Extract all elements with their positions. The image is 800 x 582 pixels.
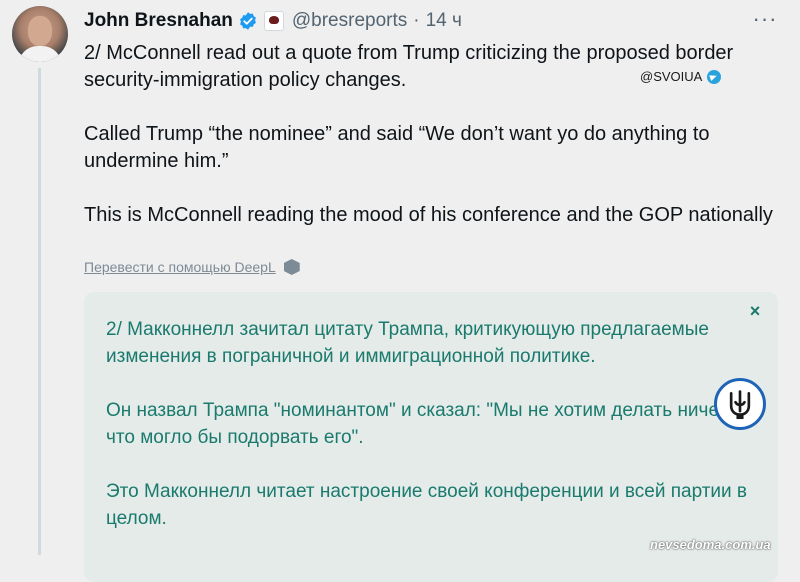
affiliation-badge-icon[interactable] [263,11,284,31]
verified-badge-icon [239,12,256,30]
tweet-paragraph-3: This is McConnell reading the mood of hi… [84,204,773,226]
telegram-icon [707,69,722,84]
telegram-watermark-text: @SVOIUA [640,69,703,84]
avatar[interactable] [12,6,68,62]
separator-dot: · [413,10,420,31]
translation-paragraph-3: Это Макконнелл читает настроение своей к… [106,481,748,529]
tweet-timestamp[interactable]: 14 ч [426,10,462,32]
translate-link-label[interactable]: Перевести с помощью DeepL [84,259,276,275]
translation-paragraph-2: Он назвал Трампа "номинантом" и сказал: … [106,400,742,448]
telegram-watermark: @SVOIUA [640,69,722,84]
deepl-icon [283,259,300,275]
tweet-header: John Bresnahan @bresreports · 14 ч [84,8,462,34]
author-name[interactable]: John Bresnahan [84,10,233,32]
translation-body: 2/ Макконнелл зачитал цитату Трампа, кри… [106,316,756,559]
more-options-icon[interactable]: ··· [750,8,780,32]
translation-paragraph-1: 2/ Макконнелл зачитал цитату Трампа, кри… [106,319,709,367]
trident-emblem-icon [714,378,766,430]
author-handle[interactable]: @bresreports [292,10,407,32]
tweet-paragraph-2: Called Trump “the nominee” and said “We … [84,123,710,172]
translate-link[interactable]: Перевести с помощью DeepL [84,259,300,275]
tweet-paragraph-1: 2/ McConnell read out a quote from Trump… [84,42,734,91]
thread-line [38,68,41,555]
avatar-face [28,16,52,46]
site-watermark: nevsedoma.com.ua [650,537,771,552]
avatar-shirt [18,46,62,62]
